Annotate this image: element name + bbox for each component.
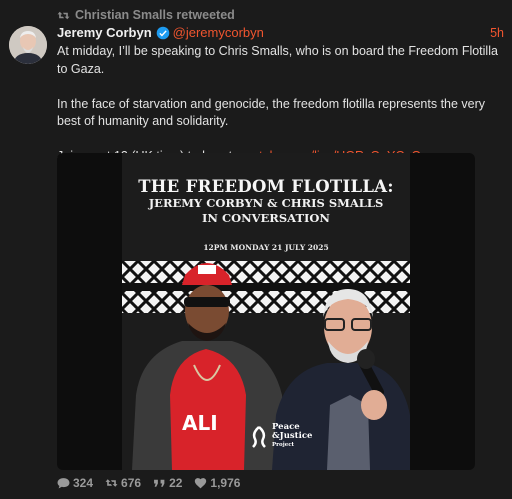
media-attachment[interactable]: THE FREEDOM FLOTILLA: JEREMY CORBYN & CH… bbox=[57, 153, 475, 470]
author-handle[interactable]: @jeremycorbyn bbox=[173, 25, 264, 40]
like-count: 1,976 bbox=[210, 476, 241, 490]
peace-justice-logo: Peace &Justice Project bbox=[250, 423, 312, 450]
logo-line: Project bbox=[272, 442, 295, 448]
heart-icon bbox=[195, 478, 207, 489]
retweet-icon bbox=[57, 11, 70, 19]
avatar[interactable] bbox=[9, 26, 47, 64]
reply-icon bbox=[57, 478, 70, 489]
retweet-button[interactable]: 676 bbox=[105, 476, 141, 490]
tweet-paragraph: At midday, I’ll be speaking to Chris Sma… bbox=[57, 44, 498, 76]
svg-text:ALI: ALI bbox=[182, 411, 218, 435]
tweet-paragraph: In the face of starvation and genocide, … bbox=[57, 96, 486, 129]
poster-subtitle-line: JEREMY CORBYN & CHRIS SMALLS bbox=[148, 196, 384, 210]
peace-justice-logo-icon bbox=[252, 425, 266, 448]
tweet-timestamp[interactable]: 5h bbox=[490, 26, 504, 40]
tweet-actions: 324 676 22 1,976 bbox=[57, 476, 252, 490]
logo-text: Peace &Justice Project bbox=[272, 423, 312, 450]
logo-line: &Justice bbox=[272, 431, 313, 441]
reply-count: 324 bbox=[73, 476, 94, 490]
retweet-label: Christian Smalls retweeted bbox=[75, 8, 235, 22]
retweet-indicator: Christian Smalls retweeted bbox=[57, 8, 235, 22]
like-button[interactable]: 1,976 bbox=[194, 476, 240, 490]
quote-count: 22 bbox=[169, 476, 183, 490]
verified-badge-icon bbox=[156, 26, 169, 39]
poster-subtitle: JEREMY CORBYN & CHRIS SMALLS IN CONVERSA… bbox=[122, 196, 410, 226]
tweet-header: Jeremy Corbyn @jeremycorbyn 5h bbox=[57, 25, 504, 40]
poster-subtitle-line: IN CONVERSATION bbox=[202, 211, 330, 225]
author-name[interactable]: Jeremy Corbyn bbox=[57, 25, 152, 40]
retweet-icon bbox=[105, 479, 118, 487]
quote-icon bbox=[154, 479, 165, 487]
quote-button[interactable]: 22 bbox=[153, 476, 182, 490]
reply-button[interactable]: 324 bbox=[57, 476, 93, 490]
poster-title: THE FREEDOM FLOTILLA: bbox=[138, 177, 394, 196]
retweet-count: 676 bbox=[121, 476, 142, 490]
tweet-text: At midday, I’ll be speaking to Chris Sma… bbox=[57, 43, 502, 166]
event-poster: THE FREEDOM FLOTILLA: JEREMY CORBYN & CH… bbox=[122, 153, 410, 470]
